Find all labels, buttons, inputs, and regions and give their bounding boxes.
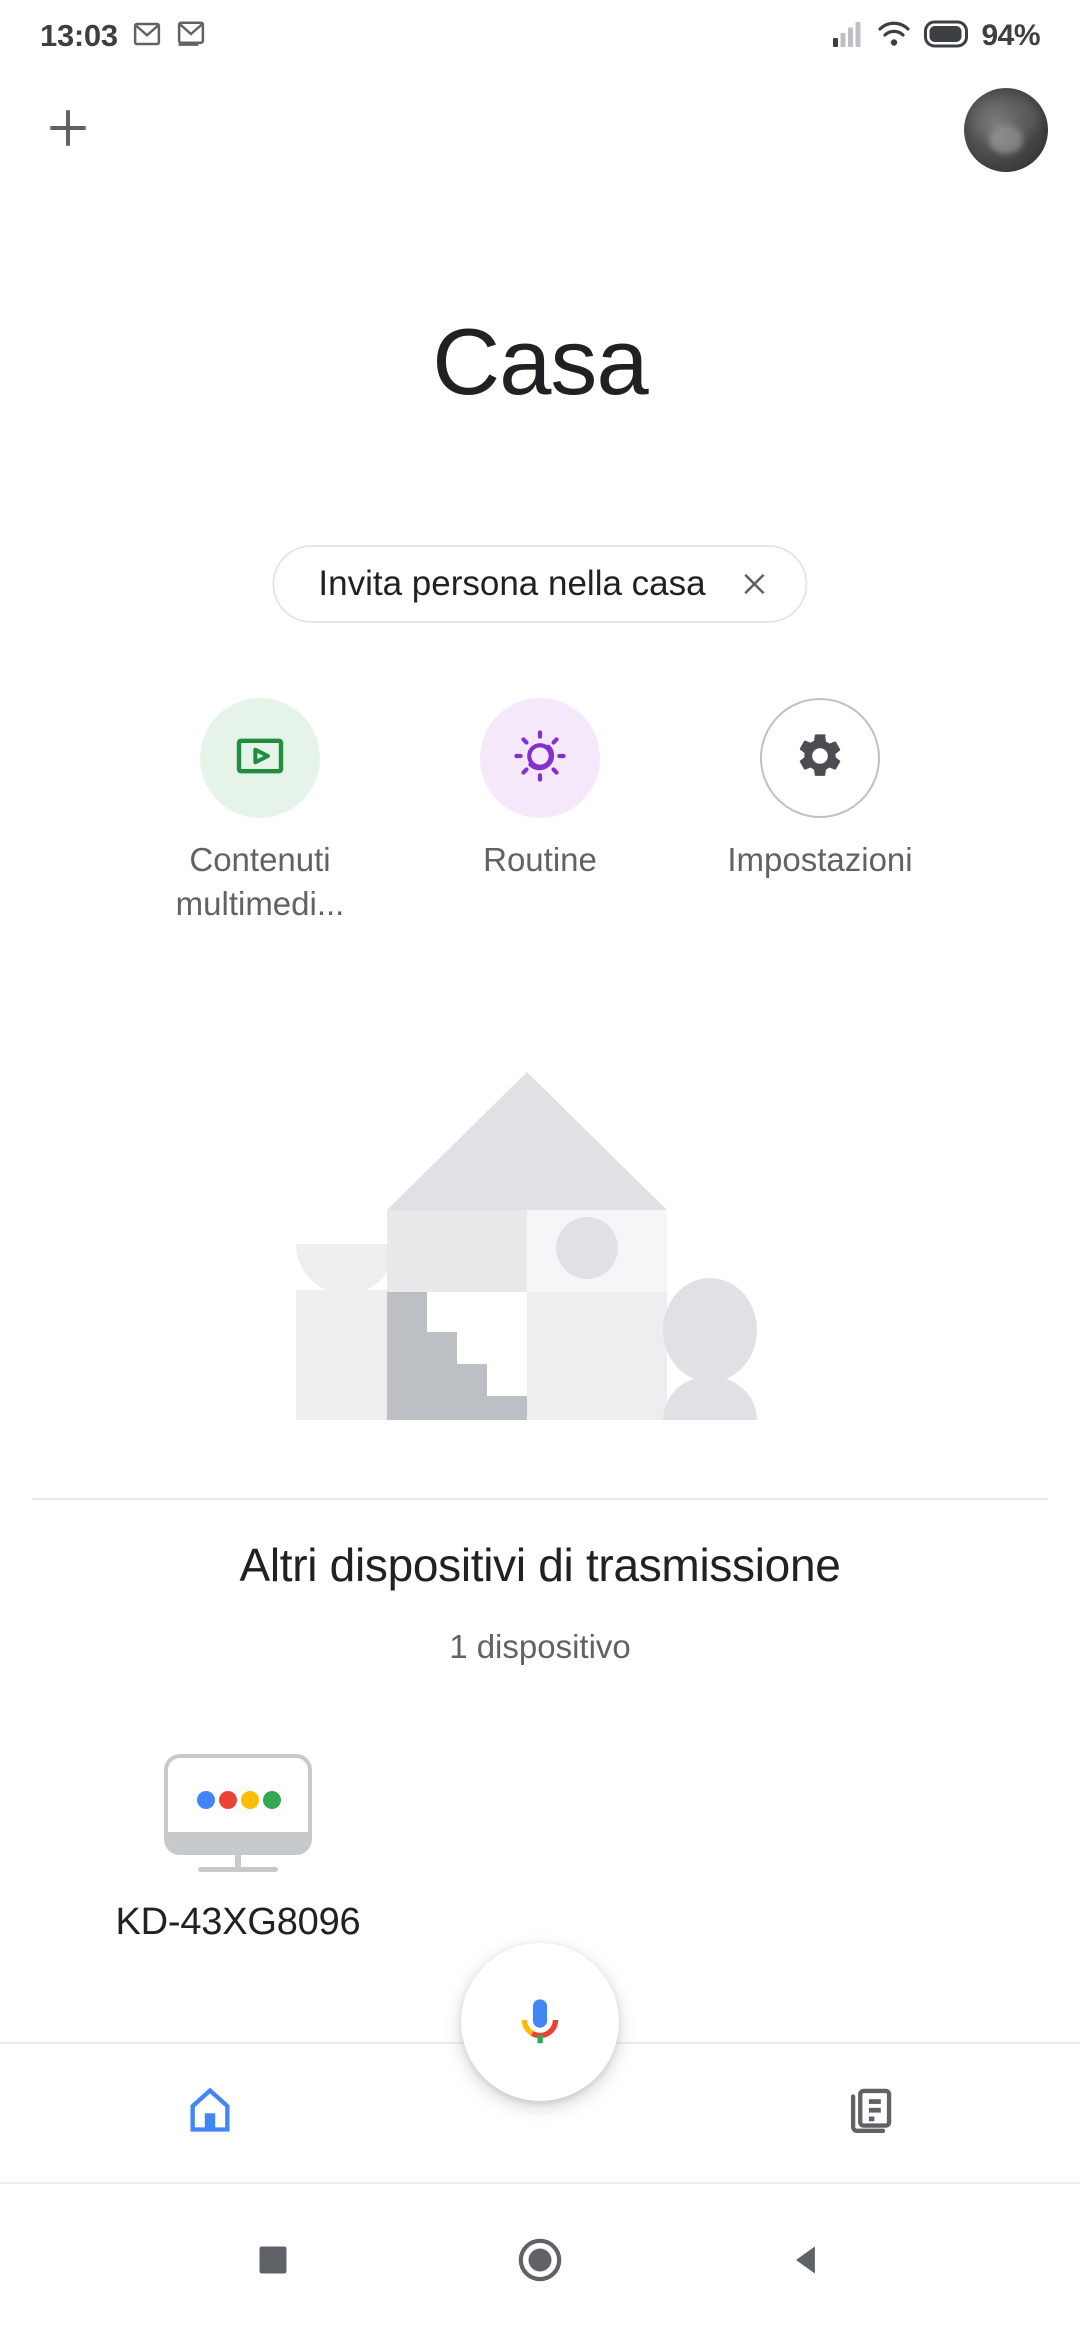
device-name: KD-43XG8096 bbox=[115, 1901, 361, 1943]
gmail-icon bbox=[176, 19, 206, 54]
battery-icon bbox=[924, 20, 969, 53]
wifi-icon bbox=[877, 20, 911, 53]
device-card[interactable]: KD-43XG8096 bbox=[88, 1750, 388, 1944]
quick-action-settings-circle bbox=[760, 698, 880, 818]
quick-action-settings[interactable]: Impostazioni bbox=[698, 698, 943, 926]
quick-action-routine[interactable]: Routine bbox=[418, 698, 663, 926]
status-bar-right: 94% bbox=[832, 19, 1040, 53]
quick-action-media[interactable]: Contenuti multimedi... bbox=[138, 698, 383, 926]
home-icon bbox=[184, 2084, 236, 2141]
battery-percent: 94% bbox=[981, 19, 1040, 52]
section-divider bbox=[32, 1498, 1048, 1500]
routine-sun-moon-icon bbox=[512, 728, 568, 789]
media-play-icon bbox=[232, 728, 288, 789]
triangle-back-icon bbox=[788, 2241, 826, 2284]
status-clock: 13:03 bbox=[40, 18, 118, 53]
quick-action-media-circle bbox=[200, 698, 320, 818]
quick-action-routine-circle bbox=[480, 698, 600, 818]
circle-icon bbox=[517, 2237, 563, 2288]
android-home-button[interactable] bbox=[495, 2217, 585, 2307]
quick-action-media-label: Contenuti multimedi... bbox=[175, 841, 345, 922]
nav-item-home[interactable] bbox=[0, 2044, 420, 2180]
quick-actions: Contenuti multimedi... Routine Impostazi… bbox=[0, 698, 1080, 926]
feed-icon bbox=[844, 2084, 896, 2141]
empty-home-illustration bbox=[0, 1030, 1080, 1440]
plus-icon bbox=[43, 103, 93, 158]
tv-cast-icon bbox=[141, 1750, 335, 1879]
signal-icon bbox=[832, 20, 864, 53]
square-icon bbox=[255, 2242, 291, 2283]
gear-icon bbox=[794, 730, 846, 787]
add-button[interactable] bbox=[30, 92, 106, 168]
close-icon[interactable] bbox=[736, 565, 774, 603]
assistant-mic-button[interactable] bbox=[461, 1943, 619, 2101]
invite-person-chip[interactable]: Invita persona nella casa bbox=[272, 545, 808, 623]
cast-section-title: Altri dispositivi di trasmissione bbox=[239, 1539, 841, 1591]
android-navigation-bar bbox=[0, 2182, 1080, 2340]
quick-action-routine-label: Routine bbox=[483, 841, 597, 878]
status-bar: 13:03 94% bbox=[0, 0, 1080, 72]
android-recents-button[interactable] bbox=[228, 2217, 318, 2307]
app-bar bbox=[0, 72, 1080, 188]
cast-section-subtitle: 1 dispositivo bbox=[449, 1628, 631, 1665]
page-title: Casa bbox=[432, 309, 648, 414]
avatar[interactable] bbox=[964, 88, 1048, 172]
nav-item-feed[interactable] bbox=[660, 2044, 1080, 2180]
android-back-button[interactable] bbox=[762, 2217, 852, 2307]
invite-chip-label: Invita persona nella casa bbox=[318, 564, 706, 603]
quick-action-settings-label: Impostazioni bbox=[727, 841, 913, 878]
gmail-icon bbox=[132, 19, 162, 54]
status-bar-left: 13:03 bbox=[40, 18, 206, 54]
google-assistant-mic-icon bbox=[509, 1989, 571, 2056]
illustration-svg bbox=[296, 1072, 757, 1420]
